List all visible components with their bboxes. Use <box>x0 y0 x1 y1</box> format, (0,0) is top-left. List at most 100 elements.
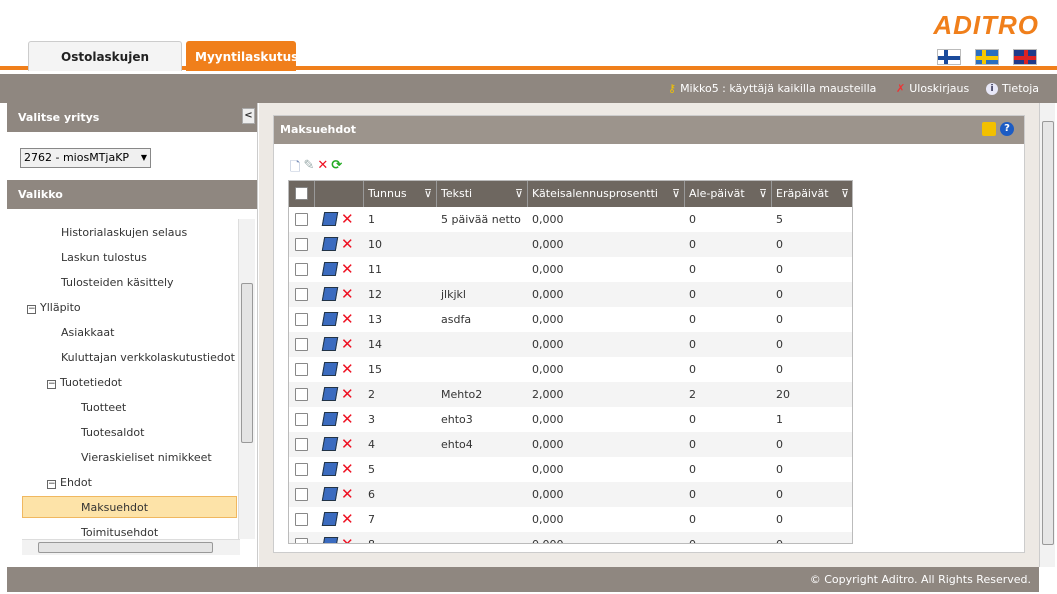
edit-row-icon[interactable] <box>321 462 339 476</box>
swedish-flag-icon[interactable] <box>975 49 999 65</box>
edit-row-icon[interactable] <box>321 262 339 276</box>
column-header-tunnus[interactable]: Tunnus ⊽ <box>364 181 437 207</box>
edit-row-icon[interactable] <box>321 287 339 301</box>
delete-row-icon[interactable]: ✕ <box>341 384 354 404</box>
table-row[interactable]: ✕ 10 0,000 0 0 <box>289 232 852 257</box>
row-checkbox[interactable] <box>295 313 308 326</box>
edit-row-icon[interactable] <box>321 362 339 376</box>
delete-row-icon[interactable]: ✕ <box>341 484 354 504</box>
table-row[interactable]: ✕ 11 0,000 0 0 <box>289 257 852 282</box>
menu-vertical-scrollbar[interactable] <box>238 219 255 539</box>
edit-row-icon[interactable] <box>321 237 339 251</box>
new-document-icon[interactable]: 🗋 <box>290 158 300 180</box>
menu-item-ehdot[interactable]: − Ehdot <box>47 472 92 494</box>
menu-item-vieraskieliset-nimikkeet[interactable]: Vieraskieliset nimikkeet <box>81 447 212 469</box>
select-all-checkbox[interactable] <box>295 187 308 200</box>
edit-row-icon[interactable] <box>321 437 339 451</box>
table-row[interactable]: ✕ 7 0,000 0 0 <box>289 507 852 532</box>
delete-icon[interactable]: ✕ <box>317 158 328 180</box>
row-checkbox[interactable] <box>295 438 308 451</box>
logout-link[interactable]: ✗ Uloskirjaus <box>896 82 969 95</box>
table-row[interactable]: ✕ 5 0,000 0 0 <box>289 457 852 482</box>
delete-row-icon[interactable]: ✕ <box>341 534 354 543</box>
collapse-node-icon[interactable]: − <box>47 380 56 389</box>
filter-icon[interactable]: ⊽ <box>515 181 523 207</box>
row-checkbox[interactable] <box>295 488 308 501</box>
row-checkbox[interactable] <box>295 413 308 426</box>
collapse-node-icon[interactable]: − <box>27 305 36 314</box>
row-checkbox[interactable] <box>295 388 308 401</box>
menu-item-tuotteet[interactable]: Tuotteet <box>81 397 126 419</box>
delete-row-icon[interactable]: ✕ <box>341 459 354 479</box>
row-checkbox[interactable] <box>295 538 308 543</box>
delete-row-icon[interactable]: ✕ <box>341 509 354 529</box>
row-checkbox[interactable] <box>295 288 308 301</box>
filter-icon[interactable]: ⊽ <box>672 181 680 207</box>
table-row[interactable]: ✕ 13 asdfa 0,000 0 0 <box>289 307 852 332</box>
user-info[interactable]: ⚷ Mikko5 : käyttäjä kaikilla mausteilla <box>668 82 876 95</box>
delete-row-icon[interactable]: ✕ <box>341 434 354 454</box>
column-header-teksti[interactable]: Teksti ⊽ <box>437 181 528 207</box>
page-vertical-scrollbar[interactable] <box>1039 103 1055 567</box>
delete-row-icon[interactable]: ✕ <box>341 334 354 354</box>
edit-row-icon[interactable] <box>321 212 339 226</box>
row-checkbox[interactable] <box>295 363 308 376</box>
edit-row-icon[interactable] <box>321 412 339 426</box>
edit-row-icon[interactable] <box>321 512 339 526</box>
table-row[interactable]: ✕ 6 0,000 0 0 <box>289 482 852 507</box>
menu-item-tuotetiedot[interactable]: − Tuotetiedot <box>47 372 122 394</box>
menu-item-toimitusehdot[interactable]: Toimitusehdot <box>81 522 158 539</box>
edit-row-icon[interactable] <box>321 337 339 351</box>
row-checkbox[interactable] <box>295 238 308 251</box>
table-row[interactable]: ✕ 3 ehto3 0,000 0 1 <box>289 407 852 432</box>
column-header-kateisalennusprosentti[interactable]: Käteisalennusprosentti ⊽ <box>528 181 685 207</box>
menu-item-tulosteiden-kasittely[interactable]: Tulosteiden käsittely <box>61 272 174 294</box>
row-checkbox[interactable] <box>295 338 308 351</box>
menu-item-laskun-tulostus[interactable]: Laskun tulostus <box>61 247 147 269</box>
table-row[interactable]: ✕ 2 Mehto2 2,000 2 20 <box>289 382 852 407</box>
delete-row-icon[interactable]: ✕ <box>341 209 354 229</box>
delete-row-icon[interactable]: ✕ <box>341 259 354 279</box>
table-row[interactable]: ✕ 1 5 päivää netto 0,000 0 5 <box>289 207 852 232</box>
delete-row-icon[interactable]: ✕ <box>341 234 354 254</box>
home-icon[interactable] <box>982 122 996 136</box>
filter-icon[interactable]: ⊽ <box>841 181 849 207</box>
menu-item-tuotesaldot[interactable]: Tuotesaldot <box>81 422 144 444</box>
column-header-ale-paivat[interactable]: Ale-päivät ⊽ <box>685 181 772 207</box>
collapse-sidebar-button[interactable]: < <box>242 108 255 124</box>
scrollbar-thumb[interactable] <box>38 542 213 553</box>
english-flag-icon[interactable] <box>1013 49 1037 65</box>
edit-row-icon[interactable] <box>321 537 339 543</box>
scrollbar-thumb[interactable] <box>241 283 253 443</box>
tab-ostolaskujen-kasittely[interactable]: Ostolaskujen käsittely <box>28 41 182 94</box>
table-row[interactable]: ✕ 14 0,000 0 0 <box>289 332 852 357</box>
delete-row-icon[interactable]: ✕ <box>341 359 354 379</box>
filter-icon[interactable]: ⊽ <box>424 181 432 207</box>
table-row[interactable]: ✕ 12 jlkjkl 0,000 0 0 <box>289 282 852 307</box>
menu-item-yllapito[interactable]: − Ylläpito <box>27 297 81 319</box>
edit-icon[interactable]: ✎ <box>303 158 314 180</box>
edit-row-icon[interactable] <box>321 312 339 326</box>
scrollbar-thumb[interactable] <box>1042 121 1054 545</box>
delete-row-icon[interactable]: ✕ <box>341 309 354 329</box>
table-row[interactable]: ✕ 15 0,000 0 0 <box>289 357 852 382</box>
info-link[interactable]: i Tietoja <box>986 82 1039 95</box>
delete-row-icon[interactable]: ✕ <box>341 284 354 304</box>
delete-row-icon[interactable]: ✕ <box>341 409 354 429</box>
filter-icon[interactable]: ⊽ <box>759 181 767 207</box>
help-icon[interactable]: ? <box>1000 122 1014 136</box>
edit-row-icon[interactable] <box>321 387 339 401</box>
menu-item-historialaskujen-selaus[interactable]: Historialaskujen selaus <box>61 222 187 244</box>
table-row[interactable]: ✕ 4 ehto4 0,000 0 0 <box>289 432 852 457</box>
tab-myyntilaskutus[interactable]: Myyntilaskutus <box>186 41 298 71</box>
table-row[interactable]: ✕ 8 0,000 0 0 <box>289 532 852 543</box>
edit-row-icon[interactable] <box>321 487 339 501</box>
menu-item-kuluttajan-verkkolaskutustiedot[interactable]: Kuluttajan verkkolaskutustiedot <box>61 347 235 369</box>
row-checkbox[interactable] <box>295 213 308 226</box>
refresh-icon[interactable]: ⟳ <box>331 158 342 180</box>
collapse-node-icon[interactable]: − <box>47 480 56 489</box>
column-header-erapaivat[interactable]: Eräpäivät ⊽ <box>772 181 852 207</box>
menu-item-maksuehdot[interactable]: Maksuehdot <box>22 496 237 518</box>
finnish-flag-icon[interactable] <box>937 49 961 65</box>
company-select[interactable]: 2762 - miosMTjaKP ▼ <box>20 148 151 168</box>
